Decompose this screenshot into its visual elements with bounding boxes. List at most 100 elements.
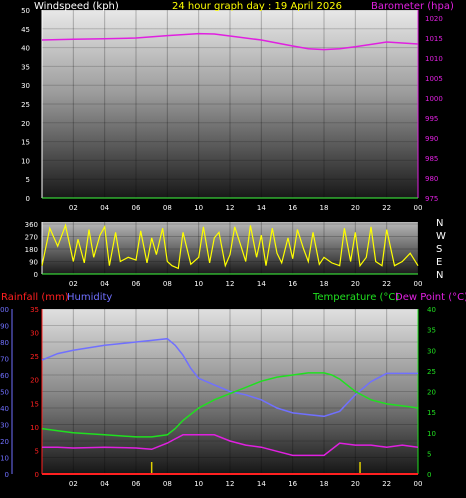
rainfall-tick-label: 5 — [35, 447, 39, 455]
windspeed-tick-label: 25 — [21, 101, 30, 109]
x-tick-label: 14 — [257, 480, 266, 488]
x-tick-label: 08 — [163, 204, 172, 212]
x-tick-label: 04 — [100, 280, 109, 288]
barometer-tick-label: 1020 — [425, 15, 443, 23]
humidity-tick-label: 100 — [0, 306, 9, 314]
x-tick-label: 20 — [351, 480, 360, 488]
x-tick-label: 18 — [320, 204, 329, 212]
x-tick-label: 02 — [69, 204, 78, 212]
windspeed-tick-label: 30 — [21, 82, 30, 90]
x-tick-label: 06 — [132, 280, 141, 288]
windspeed-tick-label: 5 — [26, 176, 30, 184]
humidity-tick-label: 90 — [0, 323, 9, 331]
barometer-axis-label: Barometer (hpa) — [371, 1, 454, 12]
rainfall-tick-label: 35 — [30, 306, 39, 314]
x-tick-label: 00 — [414, 204, 423, 212]
rainfall-tick-label: 0 — [35, 471, 39, 479]
barometer-tick-label: 1005 — [425, 75, 443, 83]
panel2-x-ticks: 02 04 06 08 10 12 14 16 18 20 22 00 — [69, 280, 423, 288]
barometer-tick-label: 975 — [425, 195, 438, 203]
temperature-tick-label: 5 — [427, 450, 431, 458]
humidity-tick-label: 0 — [5, 471, 9, 479]
windspeed-tick-label: 45 — [21, 26, 30, 34]
temperature-tick-label: 40 — [427, 306, 436, 314]
x-tick-label: 12 — [226, 280, 235, 288]
windspeed-tick-label: 35 — [21, 63, 30, 71]
temperature-tick-label: 20 — [427, 389, 436, 397]
barometer-tick-label: 1010 — [425, 55, 443, 63]
x-tick-label: 00 — [414, 280, 423, 288]
barometer-tick-label: 985 — [425, 155, 438, 163]
legend-rainfall: Rainfall (mm) — [1, 292, 69, 303]
x-tick-label: 18 — [320, 480, 329, 488]
temperature-tick-label: 15 — [427, 409, 436, 417]
direction-tick-label: 90 — [29, 259, 38, 267]
x-tick-label: 16 — [288, 204, 297, 212]
barometer-tick-label: 990 — [425, 135, 438, 143]
compass-labels: NWSEN — [436, 218, 446, 281]
direction-tick-label: 360 — [25, 221, 38, 229]
rainfall-tick-label: 25 — [30, 353, 39, 361]
compass-label: S — [436, 244, 442, 255]
temperature-ticks: 0 5 10 15 20 25 30 35 40 — [427, 306, 436, 479]
x-tick-label: 10 — [194, 204, 203, 212]
panel3-x-ticks: 02 04 06 08 10 12 14 16 18 20 22 00 — [69, 480, 423, 488]
x-tick-label: 12 — [226, 204, 235, 212]
humidity-tick-label: 20 — [0, 438, 9, 446]
panel1-right-ticks: 975 980 985 990 995 1000 1005 1010 1015 1020 — [425, 15, 443, 203]
compass-label: N — [436, 218, 443, 229]
x-tick-label: 14 — [257, 280, 266, 288]
humidity-tick-label: 70 — [0, 356, 9, 364]
windspeed-tick-label: 10 — [21, 157, 30, 165]
temperature-humidity-panel: 0 10 20 30 40 5 0 6 0 70 80 90 100 0 5 10 15 20 25 30 35 0 5… — [0, 292, 466, 488]
humidity-tick-label: 80 — [0, 339, 9, 347]
x-tick-label: 16 — [288, 480, 297, 488]
windspeed-axis-label: Windspeed (kph) — [34, 1, 119, 12]
temperature-tick-label: 0 — [427, 471, 431, 479]
humidity-tick-label: 30 — [0, 422, 9, 430]
compass-label: E — [436, 257, 442, 268]
legend-dewpoint: Dew Point (°C) — [395, 292, 466, 303]
weather-graph: 05101520253035404550 9759809859909951000… — [0, 1, 466, 488]
barometer-tick-label: 980 — [425, 175, 438, 183]
x-tick-label: 22 — [382, 480, 391, 488]
x-tick-label: 08 — [163, 280, 172, 288]
x-tick-label: 04 — [100, 480, 109, 488]
rainfall-ticks: 0 5 10 15 20 25 30 35 — [30, 306, 39, 479]
windspeed-tick-label: 50 — [21, 7, 30, 15]
x-tick-label: 02 — [69, 280, 78, 288]
rainfall-tick-label: 20 — [30, 377, 39, 385]
humidity-tick-label: 40 — [0, 405, 9, 413]
temperature-tick-label: 35 — [427, 327, 436, 335]
legend-temperature: Temperature (°C) — [312, 292, 399, 303]
x-tick-label: 06 — [132, 480, 141, 488]
windspeed-tick-label: 15 — [21, 139, 30, 147]
x-tick-label: 22 — [382, 280, 391, 288]
direction-tick-label: 270 — [25, 234, 38, 242]
x-tick-label: 20 — [351, 204, 360, 212]
humidity-tick-label: 50 — [0, 389, 9, 397]
legend-humidity: Humidity — [67, 292, 112, 303]
windspeed-tick-label: 40 — [21, 45, 30, 53]
x-tick-label: 08 — [163, 480, 172, 488]
chart-title: 24 hour graph day : 19 April 2026 — [172, 1, 342, 12]
barometer-tick-label: 1000 — [425, 95, 443, 103]
x-tick-label: 16 — [288, 280, 297, 288]
temperature-tick-label: 10 — [427, 430, 436, 438]
temperature-tick-label: 30 — [427, 347, 436, 355]
x-tick-label: 04 — [100, 204, 109, 212]
windspeed-tick-label: 20 — [21, 120, 30, 128]
x-tick-label: 14 — [257, 204, 266, 212]
x-tick-label: 10 — [194, 480, 203, 488]
wind-direction-panel: 090180270360 02 04 06 08 10 12 14 16 18 20 22 00 NW… — [25, 218, 446, 288]
compass-label: W — [436, 231, 446, 242]
wind-barometer-panel: 05101520253035404550 9759809859909951000… — [21, 1, 454, 212]
rainfall-tick-label: 10 — [30, 424, 39, 432]
x-tick-label: 06 — [132, 204, 141, 212]
x-tick-label: 02 — [69, 480, 78, 488]
rainfall-tick-label: 30 — [30, 330, 39, 338]
rainfall-tick-label: 15 — [30, 400, 39, 408]
x-tick-label: 22 — [382, 204, 391, 212]
x-tick-label: 20 — [351, 280, 360, 288]
panel1-x-ticks: 02 04 06 08 10 12 14 16 18 20 22 00 — [69, 204, 423, 212]
